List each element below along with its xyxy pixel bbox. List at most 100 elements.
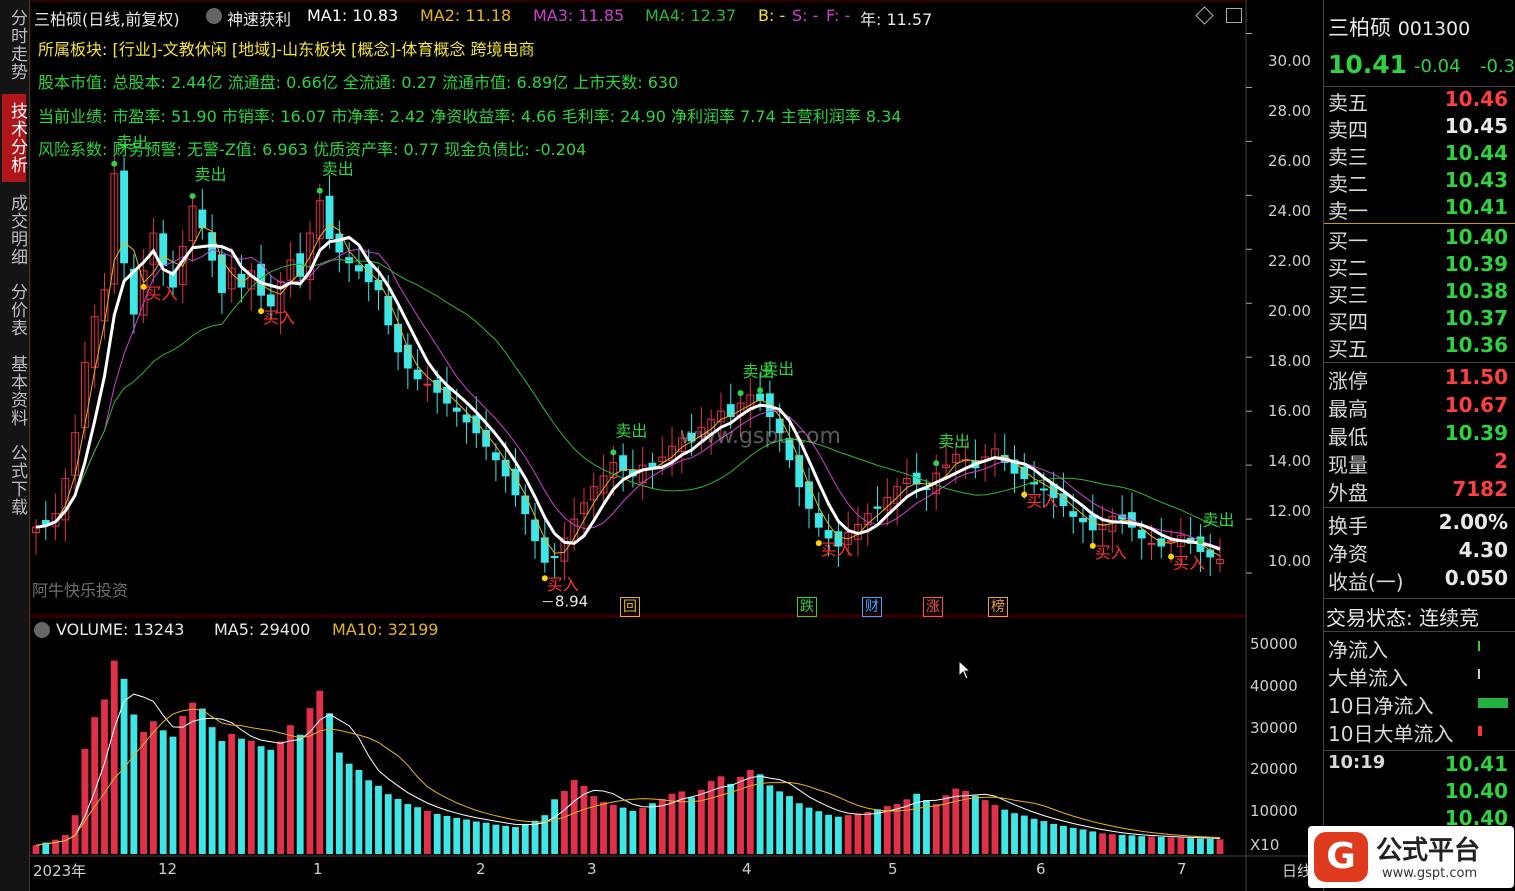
candle-body — [198, 209, 207, 229]
volume-bar — [365, 780, 373, 854]
volume-bar — [786, 796, 793, 854]
volume-bar — [414, 807, 422, 854]
volume-axis-label: 40000 — [1250, 677, 1298, 695]
tab-technical-analysis[interactable]: 技术分析 — [2, 94, 27, 182]
mouse-cursor-icon — [958, 660, 972, 680]
ask-row-4[interactable]: 卖四 10.45 — [1328, 114, 1512, 142]
bid-row-1[interactable]: 买一 10.40 — [1328, 225, 1512, 253]
event-tag-zhang[interactable]: 涨 — [923, 597, 943, 617]
event-tag-hui[interactable]: 回 — [620, 597, 640, 617]
volume-bar — [1040, 821, 1048, 854]
event-tag-die[interactable]: 跌 — [797, 597, 817, 617]
volume-bar — [101, 699, 108, 854]
chart-canvas[interactable]: 卖出卖出 卖出卖出卖出卖出卖出卖出买入买入买入买入买入买入买入8.94 — [30, 0, 1323, 891]
volume-bar — [1148, 836, 1155, 854]
price-axis-label: 26.00 — [1268, 152, 1311, 170]
volume-bar — [766, 785, 774, 854]
current-price: 10.41 — [1328, 50, 1408, 79]
bid-row-4[interactable]: 买四 10.37 — [1328, 306, 1512, 334]
formula-name[interactable]: 神速获利 — [227, 6, 291, 30]
flow-10d-large-inflow: 10日大单流入 — [1328, 722, 1454, 746]
volume-bar — [502, 825, 510, 854]
volume-bar — [1001, 809, 1009, 854]
bid-row-5[interactable]: 买五 10.36 — [1328, 333, 1512, 361]
chevron-down-icon[interactable] — [206, 8, 222, 24]
candle-body — [120, 170, 128, 264]
volume-unit: X10 — [1250, 836, 1280, 854]
candle-body — [491, 452, 500, 461]
ma2-value: MA2: 11.18 — [420, 6, 512, 25]
volume-chevron-icon[interactable] — [34, 622, 50, 638]
volume-bar — [639, 808, 647, 854]
candle-body — [540, 537, 549, 563]
event-tag-bang[interactable]: 榜 — [988, 597, 1008, 617]
sell-signal-dot — [111, 160, 118, 167]
volume-bar — [335, 752, 343, 854]
date-axis-label: 12 — [158, 860, 178, 878]
volume-bar — [433, 813, 441, 854]
volume-bar — [482, 822, 490, 854]
volume-bar — [453, 817, 461, 854]
flow-bar-4 — [1478, 726, 1482, 736]
event-tag-cai[interactable]: 财 — [862, 597, 882, 617]
volume-bar — [1187, 838, 1195, 854]
ma4-line — [35, 258, 1221, 528]
gspt-logo: G 公式平台 www.gspt.com — [1308, 826, 1514, 888]
tab-price-table[interactable]: 分价表 — [2, 278, 27, 342]
volume-bar — [962, 790, 970, 854]
volume-bar — [1167, 837, 1175, 854]
volume-bar — [189, 702, 196, 854]
logo-url: www.gspt.com — [1382, 866, 1478, 881]
flow-bar-1 — [1478, 641, 1480, 651]
volume-bar — [1157, 836, 1165, 854]
volume-bar — [600, 802, 607, 854]
volume-bar — [247, 740, 255, 854]
volume-axis-label: 30000 — [1250, 719, 1298, 737]
volume-bar — [32, 845, 40, 854]
flow-bar-2 — [1478, 669, 1480, 679]
ask-row-2[interactable]: 卖二 10.43 — [1328, 168, 1512, 196]
volume-bar — [932, 804, 940, 854]
date-axis-label: 3 — [587, 860, 597, 878]
trade-status: 交易状态: 连续竞 — [1326, 606, 1480, 630]
candle-body — [462, 414, 471, 423]
candle-body — [1137, 529, 1146, 539]
window-icon[interactable] — [1226, 8, 1242, 23]
volume-axis-label: 20000 — [1250, 760, 1298, 778]
sell-signal-label: 卖出 — [195, 165, 227, 184]
bid-row-3[interactable]: 买三 10.38 — [1328, 279, 1512, 307]
sell-signal-dot — [933, 460, 940, 467]
volume-bar — [874, 809, 881, 854]
tab-formula-download[interactable]: 公式下载 — [2, 440, 27, 520]
kline-chart-area[interactable]: 卖出 卖出 卖出 卖出 卖出 卖出 卖出 卖出 买入 买入 买入 买入 买入 买入 买入 8.94 三柏硕(日… — [30, 0, 1323, 891]
ma3-value: MA3: 11.85 — [533, 6, 625, 25]
sell-signal-dot — [737, 390, 744, 397]
watermark-text: www.gspt.com — [680, 424, 841, 449]
volume-bar — [1030, 818, 1038, 854]
volume-bar — [110, 660, 118, 854]
volume-value: VOLUME: 13243 — [56, 620, 185, 639]
ask-row-5[interactable]: 卖五 10.46 — [1328, 87, 1512, 115]
ask-row-1[interactable]: 卖一 10.41 — [1328, 195, 1512, 223]
volume-bar — [404, 804, 412, 854]
volume-bar — [218, 741, 226, 854]
sell-signal-dot — [1197, 538, 1204, 545]
buy-signal-label: 买入 — [1026, 492, 1058, 511]
candle-body — [364, 263, 373, 283]
ask-row-3[interactable]: 卖三 10.44 — [1328, 141, 1512, 169]
volume-bar — [423, 810, 431, 854]
volume-bar — [208, 727, 216, 854]
quote-panel: 三柏硕 001300 10.41 -0.04 -0.3 卖五 10.46 卖四 10… — [1308, 0, 1515, 891]
candle-body — [413, 369, 422, 380]
bid-row-2[interactable]: 买二 10.39 — [1328, 252, 1512, 280]
tab-trade-details[interactable]: 成交明细 — [2, 190, 27, 270]
volume-bar — [551, 799, 559, 854]
tab-basic-info[interactable]: 基本资料 — [2, 350, 27, 432]
volume-bar — [463, 819, 470, 854]
date-axis-label: 5 — [888, 860, 898, 878]
candle-body — [384, 295, 393, 326]
tab-intraday[interactable]: 分时走势 — [2, 4, 27, 86]
candle-body — [452, 407, 461, 412]
date-axis-label: 2023年 — [33, 862, 87, 880]
volume-bar — [159, 730, 167, 854]
